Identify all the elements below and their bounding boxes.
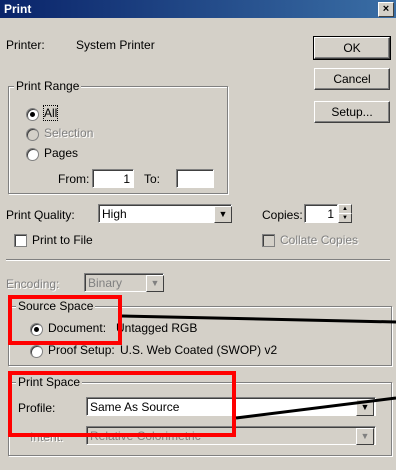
annotation-line-print <box>235 396 396 420</box>
annotation-line-source <box>121 314 396 324</box>
annotation-lines <box>121 314 396 420</box>
